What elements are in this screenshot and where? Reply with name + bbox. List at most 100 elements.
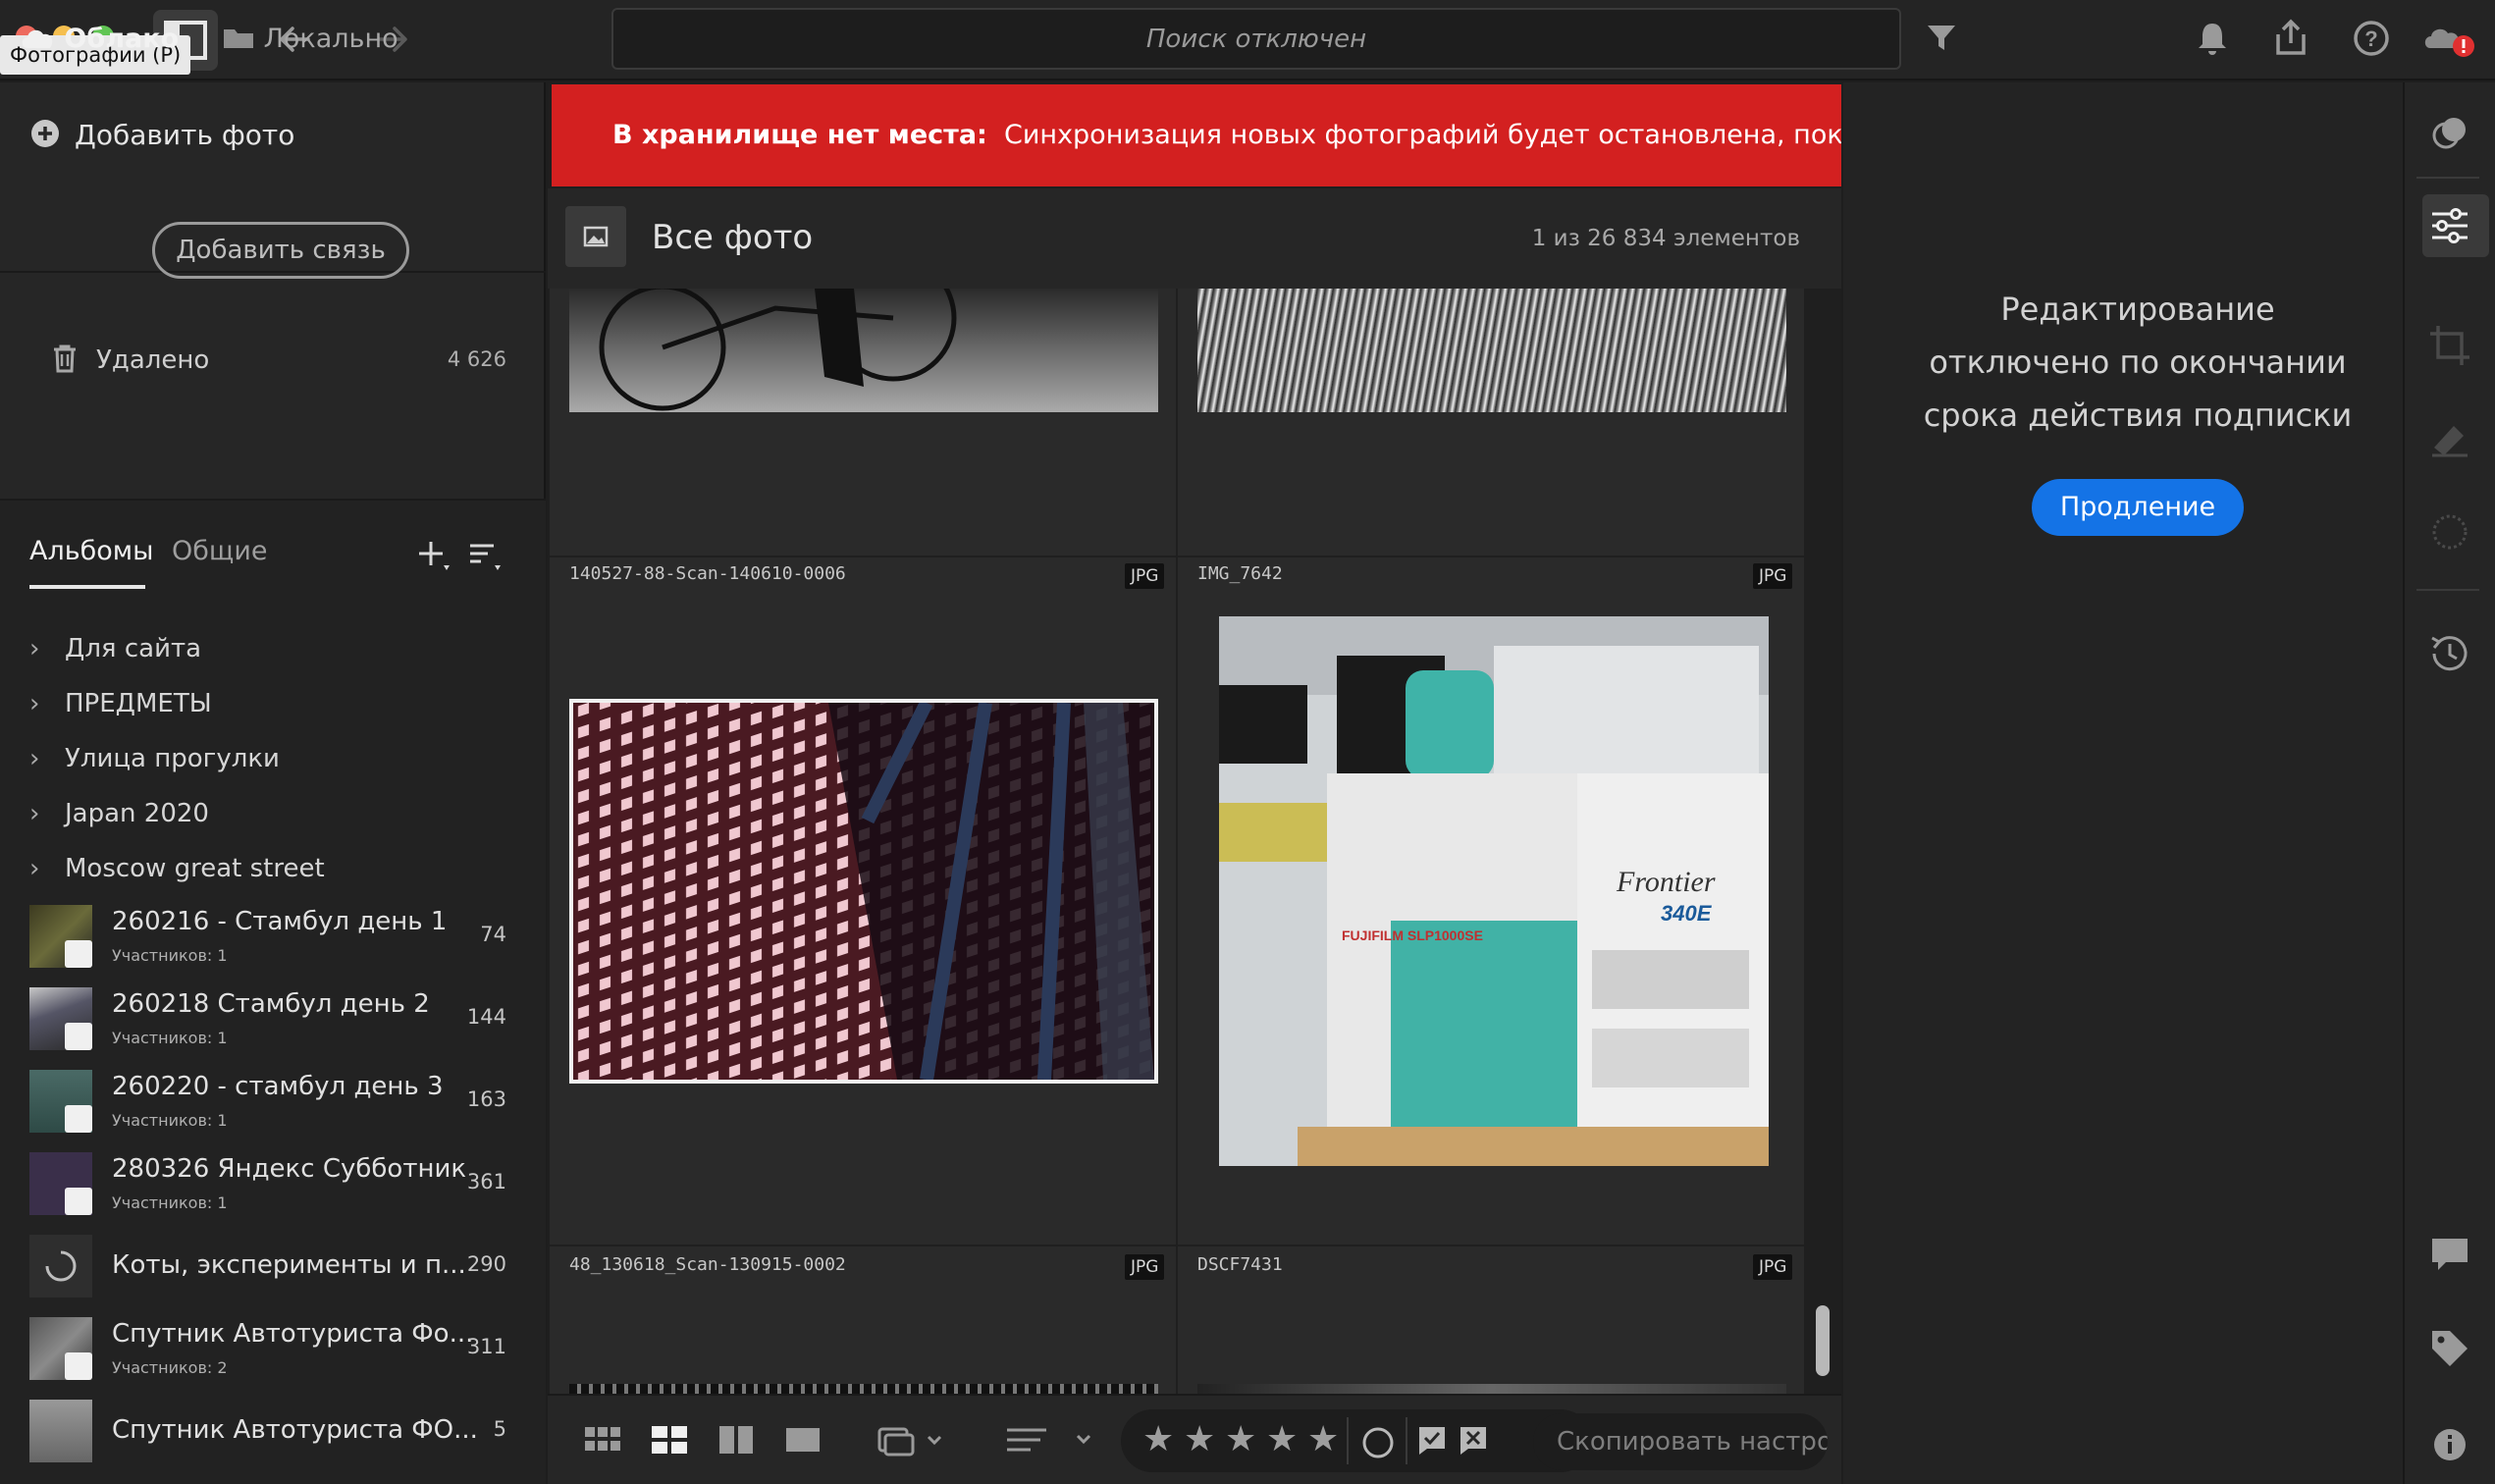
tab-local[interactable]: Локально — [222, 24, 398, 54]
deleted-item[interactable]: Удалено — [51, 344, 209, 375]
album-title[interactable]: Спутник Автотуриста Фо... — [112, 1319, 473, 1349]
format-badge: JPG — [1753, 563, 1793, 589]
photo-thumbnail[interactable] — [569, 1384, 1158, 1394]
chevron-right-icon: › — [29, 854, 40, 883]
album-count: 144 — [466, 1005, 506, 1029]
star-rating-4[interactable]: ★ — [1266, 1419, 1298, 1459]
folder-item[interactable]: › Улица прогулки — [29, 744, 280, 773]
album-title[interactable]: Коты, эксперименты и п... — [112, 1250, 466, 1280]
edit-message-line: отключено по окончании — [1929, 344, 2347, 381]
album-title[interactable]: 260218 Стамбул день 2 — [112, 989, 430, 1019]
tab-cloud[interactable]: Облако — [20, 24, 179, 73]
grid-cell[interactable] — [1178, 289, 1804, 556]
album-thumbnail[interactable] — [29, 1070, 92, 1133]
comments-icon[interactable] — [2424, 1229, 2475, 1280]
album-thumbnail[interactable] — [29, 987, 92, 1050]
storage-full-alert: В хранилище нет места: Синхронизация нов… — [552, 84, 1841, 186]
square-grid-view-icon[interactable] — [583, 1423, 622, 1457]
album-count: 163 — [466, 1087, 506, 1111]
svg-text:FUJIFILM SLP1000SE: FUJIFILM SLP1000SE — [1342, 928, 1483, 943]
masking-icon[interactable] — [2424, 506, 2475, 557]
grid-cell[interactable]: 48_130618_Scan-130915-0002 JPG — [550, 1246, 1176, 1394]
shared-user-icon — [65, 1105, 92, 1133]
trash-icon — [54, 344, 76, 373]
sort-menu-icon[interactable] — [1003, 1423, 1101, 1457]
edit-sliders-icon[interactable] — [2424, 200, 2475, 251]
album-title[interactable]: 260220 - стамбул день 3 — [112, 1072, 444, 1101]
share-icon[interactable] — [2269, 17, 2312, 60]
album-title[interactable]: 280326 Яндекс Субботник — [112, 1154, 466, 1184]
lightroom-window: Фотографии (P) Поиск отключен ? Облако Л… — [0, 0, 2495, 1484]
photo-count: 1 из 26 834 элементов — [1531, 226, 1800, 251]
copy-settings-button[interactable]: Скопировать настро — [1533, 1413, 1828, 1470]
photo-thumbnail-selected[interactable] — [569, 699, 1158, 1084]
album-participants: Участников: 2 — [112, 1358, 228, 1377]
star-rating-5[interactable]: ★ — [1307, 1419, 1339, 1459]
folder-label: ПРЕДМЕТЫ — [65, 689, 212, 718]
healing-brush-icon[interactable] — [2424, 412, 2475, 463]
grid-cell[interactable]: DSCF7431 JPG — [1178, 1246, 1804, 1394]
history-icon[interactable] — [2424, 628, 2475, 679]
photo-thumbnail[interactable] — [1197, 1384, 1786, 1394]
filter-icon[interactable] — [1920, 17, 1963, 60]
folder-item[interactable]: › Japan 2020 — [29, 799, 209, 828]
folder-label: Улица прогулки — [65, 744, 280, 773]
folder-label: Moscow great street — [65, 854, 325, 883]
tab-shared[interactable]: Общие — [172, 536, 268, 566]
add-photo-button[interactable]: Добавить фото — [29, 118, 294, 151]
compare-view-icon[interactable] — [717, 1423, 756, 1457]
star-rating-1[interactable]: ★ — [1142, 1419, 1174, 1459]
folder-item[interactable]: › ПРЕДМЕТЫ — [29, 689, 212, 718]
chevron-right-icon: › — [29, 634, 40, 663]
cloud-error-icon[interactable] — [2420, 17, 2479, 60]
slideshow-menu-icon[interactable] — [874, 1423, 952, 1457]
edit-disabled-message: Редактирование отключено по окончании ср… — [1843, 283, 2432, 442]
info-icon[interactable] — [2424, 1419, 2475, 1470]
chevron-right-icon: › — [29, 799, 40, 828]
album-thumbnail[interactable] — [29, 1235, 92, 1298]
bell-icon[interactable] — [2191, 17, 2234, 60]
tab-cloud-label: Облако — [64, 24, 180, 54]
reject-flag-icon[interactable] — [1457, 1423, 1492, 1458]
add-link-button[interactable]: Добавить связь — [152, 222, 409, 279]
tab-albums[interactable]: Альбомы — [29, 536, 154, 566]
photo-thumbnail[interactable]: Frontier 340E FUJIFILM SLP1000SE — [1219, 616, 1769, 1166]
album-count: 361 — [466, 1170, 506, 1193]
presets-icon[interactable] — [2424, 108, 2475, 159]
crop-icon[interactable] — [2424, 320, 2475, 371]
add-album-icon[interactable] — [416, 538, 451, 573]
grid-cell[interactable] — [550, 289, 1176, 556]
unflagged-circle-icon[interactable] — [1358, 1423, 1398, 1462]
photo-thumbnail[interactable] — [569, 289, 1158, 412]
folder-item[interactable]: › Moscow great street — [29, 854, 325, 883]
tab-cloud-underline — [20, 71, 171, 75]
album-count: 290 — [466, 1252, 506, 1276]
detail-view-icon[interactable] — [783, 1423, 823, 1457]
album-thumbnail[interactable] — [29, 1152, 92, 1215]
album-thumbnail[interactable] — [29, 1317, 92, 1380]
pick-flag-icon[interactable] — [1415, 1423, 1451, 1458]
folder-item[interactable]: › Для сайта — [29, 634, 201, 663]
sort-icon[interactable] — [467, 538, 503, 573]
format-badge: JPG — [1753, 1254, 1793, 1280]
album-title[interactable]: Спутник Автотуриста ФО... — [112, 1415, 478, 1445]
photo-grid-view-icon[interactable] — [650, 1423, 689, 1457]
star-rating-3[interactable]: ★ — [1225, 1419, 1256, 1459]
album-count: 5 — [493, 1417, 506, 1441]
album-thumbnail[interactable] — [29, 1400, 92, 1462]
renew-subscription-button[interactable]: Продление — [2032, 479, 2244, 536]
album-thumbnail[interactable] — [29, 905, 92, 968]
photo-thumbnail[interactable] — [1197, 289, 1786, 412]
help-icon[interactable]: ? — [2350, 17, 2393, 60]
folder-label: Japan 2020 — [65, 799, 209, 828]
keyword-tag-icon[interactable] — [2424, 1323, 2475, 1374]
grid-cell[interactable]: IMG_7642 JPG Frontier 340E FUJIFILM SLP1… — [1178, 557, 1804, 1245]
star-rating-2[interactable]: ★ — [1184, 1419, 1215, 1459]
file-name: 48_130618_Scan-130915-0002 — [569, 1254, 846, 1275]
album-participants: Участников: 1 — [112, 1111, 228, 1130]
album-title[interactable]: 260216 - Стамбул день 1 — [112, 907, 447, 936]
search-input[interactable]: Поиск отключен — [611, 8, 1901, 70]
shared-user-icon — [65, 940, 92, 968]
grid-cell[interactable]: 140527-88-Scan-140610-0006 JPG — [550, 557, 1176, 1245]
grid-scrollbar[interactable] — [1816, 1305, 1830, 1376]
